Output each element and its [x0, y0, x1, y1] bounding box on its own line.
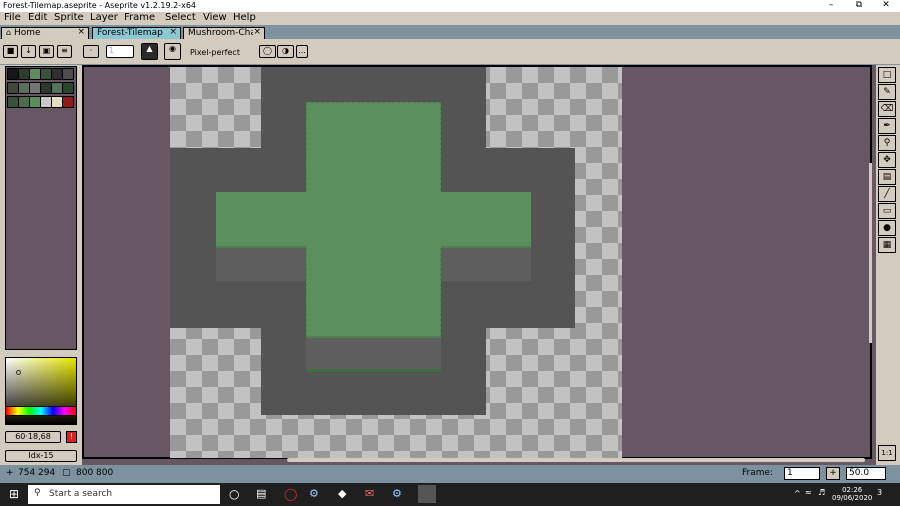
task-manager-icon[interactable]: ▤ [256, 487, 266, 500]
pencil-icon[interactable]: ✎ [878, 84, 896, 100]
steam-icon[interactable]: ⚙ [309, 487, 319, 500]
actual-size-button[interactable]: 1:1 [878, 445, 896, 461]
clock-date: 09/06/2020 [832, 494, 873, 502]
tab-mushroom-chai[interactable]: Mushroom-Chai × [183, 27, 265, 39]
clock[interactable]: 02:26 09/06/2020 [832, 486, 872, 502]
symmetry-h-icon[interactable]: ◯ [259, 45, 276, 58]
sprite-size: 800 800 [76, 468, 114, 478]
windows-start-icon[interactable]: ⊞ [9, 487, 19, 501]
search-icon: ⚲ [34, 488, 41, 498]
steam-icon-2[interactable]: ⚙ [392, 487, 402, 500]
app-notification-icon[interactable]: ✉ [365, 487, 374, 500]
eyedropper-mode-icon[interactable]: ◉ [164, 43, 181, 60]
rock-wall-right [441, 246, 531, 281]
tab-home[interactable]: ⌂ Home × [1, 27, 89, 39]
menu-bar: File Edit Sprite Layer Frame Select View… [0, 12, 900, 26]
menu-view[interactable]: View [203, 12, 227, 23]
eraser-icon[interactable]: ⌫ [878, 101, 896, 117]
sprite-canvas[interactable] [170, 67, 622, 458]
zoom-input[interactable]: 50.0 [846, 467, 886, 480]
windows-taskbar: ⊞ ⚲ Start a search ○ ▤ ◯ ⚙ ◆ ✉ ⚙ ^ ≈ ♬ 0… [0, 483, 900, 506]
frame-label: Frame: [742, 468, 774, 478]
tab-forest-tilemap-close-icon[interactable]: × [169, 27, 177, 37]
palette [5, 66, 77, 350]
eyedropper-icon[interactable]: ✒ [878, 118, 896, 134]
close-window-button[interactable]: ✕ [872, 0, 900, 10]
palette-swatch[interactable] [62, 82, 74, 94]
menu-help[interactable]: Help [233, 12, 256, 23]
color-value-field[interactable]: 60·18,68 [5, 431, 61, 443]
contour-icon[interactable]: ● [878, 220, 896, 236]
tab-home-close-icon[interactable]: × [77, 27, 85, 37]
tool-bar: □ ✎ ⌫ ✒ ⚲ ✥ ▤ ╱ ▭ ● ▦ 1:1 [876, 65, 900, 465]
crosshair-icon: + [6, 468, 14, 478]
clock-time: 02:26 [842, 486, 863, 494]
ink-icon[interactable]: ▲ [141, 43, 158, 60]
menu-select[interactable]: Select [165, 12, 196, 23]
tab-forest-tilemap-label: Forest-Tilemap [97, 28, 163, 38]
blur-icon[interactable]: ▦ [878, 237, 896, 253]
palette-swatch[interactable] [62, 68, 74, 80]
move-icon[interactable]: ✥ [878, 152, 896, 168]
taskbar-search[interactable]: ⚲ Start a search [28, 485, 220, 504]
list-icon[interactable]: ≡ [57, 45, 72, 58]
wifi-icon[interactable]: ≈ [805, 488, 812, 497]
rock-wall-bottom [306, 336, 441, 372]
hue-slider[interactable] [5, 406, 77, 416]
tab-mushroom-chai-label: Mushroom-Chai [188, 28, 259, 38]
notification-count[interactable]: 3 [877, 488, 882, 497]
more-options-button[interactable]: ... [296, 45, 308, 58]
status-bar: + 754 294 ▢ 800 800 Frame: 1 + 50.0 [0, 465, 900, 483]
task-view-icon[interactable]: ○ [229, 487, 239, 501]
brush-size-input[interactable]: 1 [106, 45, 134, 58]
search-placeholder: Start a search [49, 489, 113, 499]
tab-mushroom-chai-close-icon[interactable]: × [253, 28, 261, 37]
volume-icon[interactable]: ♬ [818, 488, 825, 497]
vertical-scrollbar[interactable] [869, 163, 872, 343]
add-frame-button[interactable]: + [826, 467, 840, 480]
palette-index-field: Idx-15 [5, 450, 77, 462]
pixel-perfect-label[interactable]: Pixel-perfect [190, 48, 240, 57]
tab-home-label: Home [13, 28, 41, 38]
marquee-icon[interactable]: □ [878, 67, 896, 83]
window-title: Forest-Tilemap.aseprite - Aseprite v1.2.… [3, 1, 197, 10]
size-icon: ▢ [62, 468, 71, 478]
tray-chevron-icon[interactable]: ^ [794, 489, 801, 498]
arrow-down-icon[interactable]: ↓ [21, 45, 36, 58]
menu-sprite[interactable]: Sprite [54, 12, 84, 23]
grass-cross-horizontal [216, 192, 531, 247]
aseprite-taskbar-icon[interactable] [418, 485, 436, 503]
warning-icon[interactable]: ! [66, 431, 77, 443]
home-icon: ⌂ [6, 28, 12, 37]
rectangle-icon[interactable]: ▭ [878, 203, 896, 219]
symmetry-v-icon[interactable]: ◑ [277, 45, 294, 58]
window-titlebar: Forest-Tilemap.aseprite - Aseprite v1.2.… [0, 0, 900, 12]
frame-input[interactable]: 1 [784, 467, 820, 480]
document-tabs: ⌂ Home × Forest-Tilemap × Mushroom-Chai … [0, 26, 900, 39]
menu-frame[interactable]: Frame [124, 12, 155, 23]
palette-swatch[interactable] [62, 96, 74, 108]
unity-icon[interactable]: ◆ [338, 487, 346, 500]
gradient-icon[interactable]: ▤ [878, 169, 896, 185]
lock-icon[interactable]: ■ [3, 45, 18, 58]
rock-wall-left [216, 246, 306, 281]
layer-icon[interactable]: ▣ [39, 45, 54, 58]
menu-edit[interactable]: Edit [28, 12, 47, 23]
minimize-button[interactable]: – [817, 0, 845, 10]
context-bar: ■ ↓ ▣ ≡ · 1 ▲ ◉ Pixel-perfect ◯ ◑ ... [0, 39, 900, 65]
zoom-icon[interactable]: ⚲ [878, 135, 896, 151]
line-icon[interactable]: ╱ [878, 186, 896, 202]
color-picker-cursor[interactable] [16, 370, 21, 375]
menu-file[interactable]: File [4, 12, 21, 23]
maximize-button[interactable]: ⧉ [845, 0, 873, 10]
opera-icon[interactable]: ◯ [284, 487, 297, 501]
cursor-position: 754 294 [18, 468, 56, 478]
brush-shape-button[interactable]: · [83, 45, 99, 58]
horizontal-scrollbar[interactable] [287, 458, 865, 462]
menu-layer[interactable]: Layer [90, 12, 118, 23]
tab-forest-tilemap[interactable]: Forest-Tilemap × [92, 27, 181, 39]
